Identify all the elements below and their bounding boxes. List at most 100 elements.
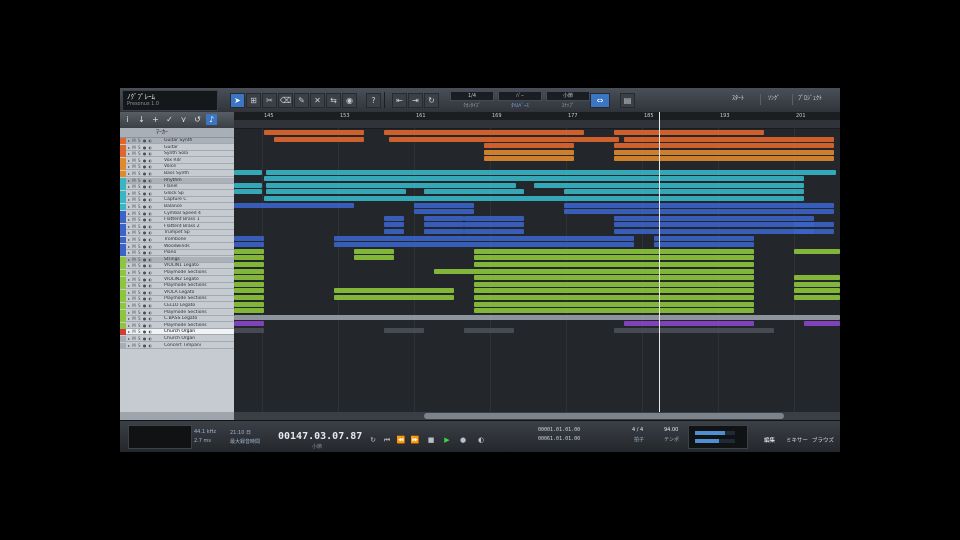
inspector-icon[interactable]: i [122,114,133,125]
time-display[interactable]: 00147.03.07.87 [278,431,362,442]
track-buttons[interactable]: ▸ M S ● ◐ [128,277,153,282]
clip[interactable] [234,248,264,254]
clip[interactable] [794,222,834,228]
arrow-tool-icon[interactable]: ➤ [230,93,245,108]
clip[interactable] [614,156,834,162]
mute-tool-icon[interactable]: ✕ [310,93,325,108]
clip[interactable] [654,235,754,241]
track-header[interactable]: ▸ M S ● ◐ Voice [120,164,234,171]
track-header[interactable]: ▸ M S ● ◐ Cymbal Speed 4 [120,210,234,217]
track-header[interactable]: ▸ M S ● ◐ Synth Sola [120,151,234,158]
clip[interactable] [266,189,406,195]
track-header[interactable]: ▸ M S ● ◐ Balance [120,204,234,210]
quantize-selector[interactable]: 1/4 ｸｵﾝﾀｲｽﾞ [450,91,494,109]
clip[interactable] [264,176,804,182]
track-buttons[interactable]: ▸ M S ● ◐ [128,211,153,216]
track-buttons[interactable]: ▸ M S ● ◐ [128,218,153,222]
track-list-icon[interactable]: ♪ [206,114,217,125]
track-header[interactable]: ▸ M S ● ◐ VIOLIN2 Legato [120,276,234,283]
clip[interactable] [474,275,754,281]
snap-selector[interactable]: 小節 ｽﾅｯﾌﾟ [546,91,590,109]
clip[interactable] [424,229,464,234]
track-header[interactable]: ▸ M S ● ◐ Flattent Brass 2 [120,223,234,230]
clip[interactable] [474,288,754,294]
track-buttons[interactable]: ▸ M S ● ◐ [128,158,153,163]
record-icon[interactable]: ● [458,435,468,445]
clip[interactable] [234,275,264,281]
time-signature[interactable]: 4 / 4 [632,427,643,433]
clip[interactable] [614,229,814,234]
clip[interactable] [614,222,814,228]
clip[interactable] [474,255,754,261]
track-header[interactable]: ▸ M S ● ◐ Playmode Sections [120,322,234,329]
bar-ruler[interactable]: 145 153 161 169 177 185 193 201 [234,112,840,120]
clip[interactable] [234,189,262,195]
track-buttons[interactable]: ▸ M S ● ◐ [128,251,153,255]
track-header[interactable]: ▸ M S ● ◐ Piano [120,250,234,257]
track-header[interactable]: ▸ M S ● ◐ VIOLIN1 Legato [120,263,234,270]
sync-icon[interactable]: ↺ [192,114,203,125]
track-buttons[interactable]: ▸ M S ● ◐ [128,244,153,249]
clip[interactable] [234,295,264,300]
history-icon[interactable]: ▤ [620,93,635,108]
listen-tool-icon[interactable]: ◉ [342,93,357,108]
clip[interactable] [234,328,264,333]
clip[interactable] [614,328,774,333]
loop-end[interactable]: 00061.01.01.00 [538,436,580,442]
track-buttons[interactable]: ▸ M S ● ◐ [128,238,153,242]
view-project-button[interactable]: ﾌﾟﾛｼﾞｪｸﾄ [798,93,822,105]
clip[interactable] [234,314,840,320]
clip[interactable] [234,308,264,314]
bend-tool-icon[interactable]: ⇆ [326,93,341,108]
clip[interactable] [384,222,404,228]
expand-icon[interactable]: ⋎ [178,114,189,125]
track-header[interactable]: ▸ M S ● ◐ Rhythm [120,177,234,184]
clip[interactable] [234,288,264,294]
clip[interactable] [334,295,454,300]
clip[interactable] [474,295,754,300]
view-start-button[interactable]: ｽﾀｰﾄ [732,93,744,105]
tempo[interactable]: 94.00 [664,427,678,433]
paint-tool-icon[interactable]: ✎ [294,93,309,108]
clip[interactable] [384,130,584,135]
clip[interactable] [564,189,804,195]
arrangement-view[interactable]: 145 153 161 169 177 185 193 201 [234,112,840,420]
track-header[interactable]: ▸ M S ● ◐ Woodwinds [120,243,234,250]
play-icon[interactable]: ▶ [442,435,452,445]
track-buttons[interactable]: ▸ M S ● ◐ [128,165,153,169]
track-header[interactable]: ▸ M S ● ◐ Glock Sp [120,190,234,197]
clip[interactable] [424,215,464,221]
metronome-icon[interactable]: ◐ [476,435,486,445]
nudge-left-icon[interactable]: ⇤ [392,93,407,108]
clip[interactable] [389,136,619,142]
track-buttons[interactable]: ▸ M S ● ◐ [128,257,153,262]
horizontal-scrollbar[interactable] [234,412,840,420]
clip[interactable] [804,321,840,327]
split-tool-icon[interactable]: ✂ [262,93,277,108]
clip[interactable] [234,255,264,261]
track-buttons[interactable]: ▸ M S ● ◐ [128,231,153,235]
clip[interactable] [234,235,264,241]
clip[interactable] [274,136,364,142]
track-header[interactable]: ▸ M S ● ◐ Bass Synth [120,171,234,177]
track-header[interactable]: ▸ M S ● ◐ Guitar Synth [120,138,234,144]
clip[interactable] [614,130,764,135]
clip[interactable] [414,209,474,215]
clip[interactable] [264,196,804,201]
clip[interactable] [624,321,754,327]
track-buttons[interactable]: ▸ M S ● ◐ [128,264,153,268]
clip[interactable] [384,229,404,234]
clip[interactable] [794,295,840,300]
track-buttons[interactable]: ▸ M S ● ◐ [128,304,153,308]
clip[interactable] [474,281,754,287]
track-buttons[interactable]: ▸ M S ● ◐ [128,310,153,315]
help-icon[interactable]: ? [366,93,381,108]
track-buttons[interactable]: ▸ M S ● ◐ [128,198,153,202]
track-header[interactable]: ▸ M S ● ◐ Guitar [120,144,234,151]
track-header[interactable]: ▸ M S ● ◐ Capture C [120,197,234,204]
track-buttons[interactable]: ▸ M S ● ◐ [128,323,153,328]
track-buttons[interactable]: ▸ M S ● ◐ [128,290,153,295]
loop-follow-icon[interactable]: ↻ [424,93,439,108]
track-header[interactable]: ▸ M S ● ◐ C.BASS Legato [120,316,234,323]
clip[interactable] [564,202,834,208]
